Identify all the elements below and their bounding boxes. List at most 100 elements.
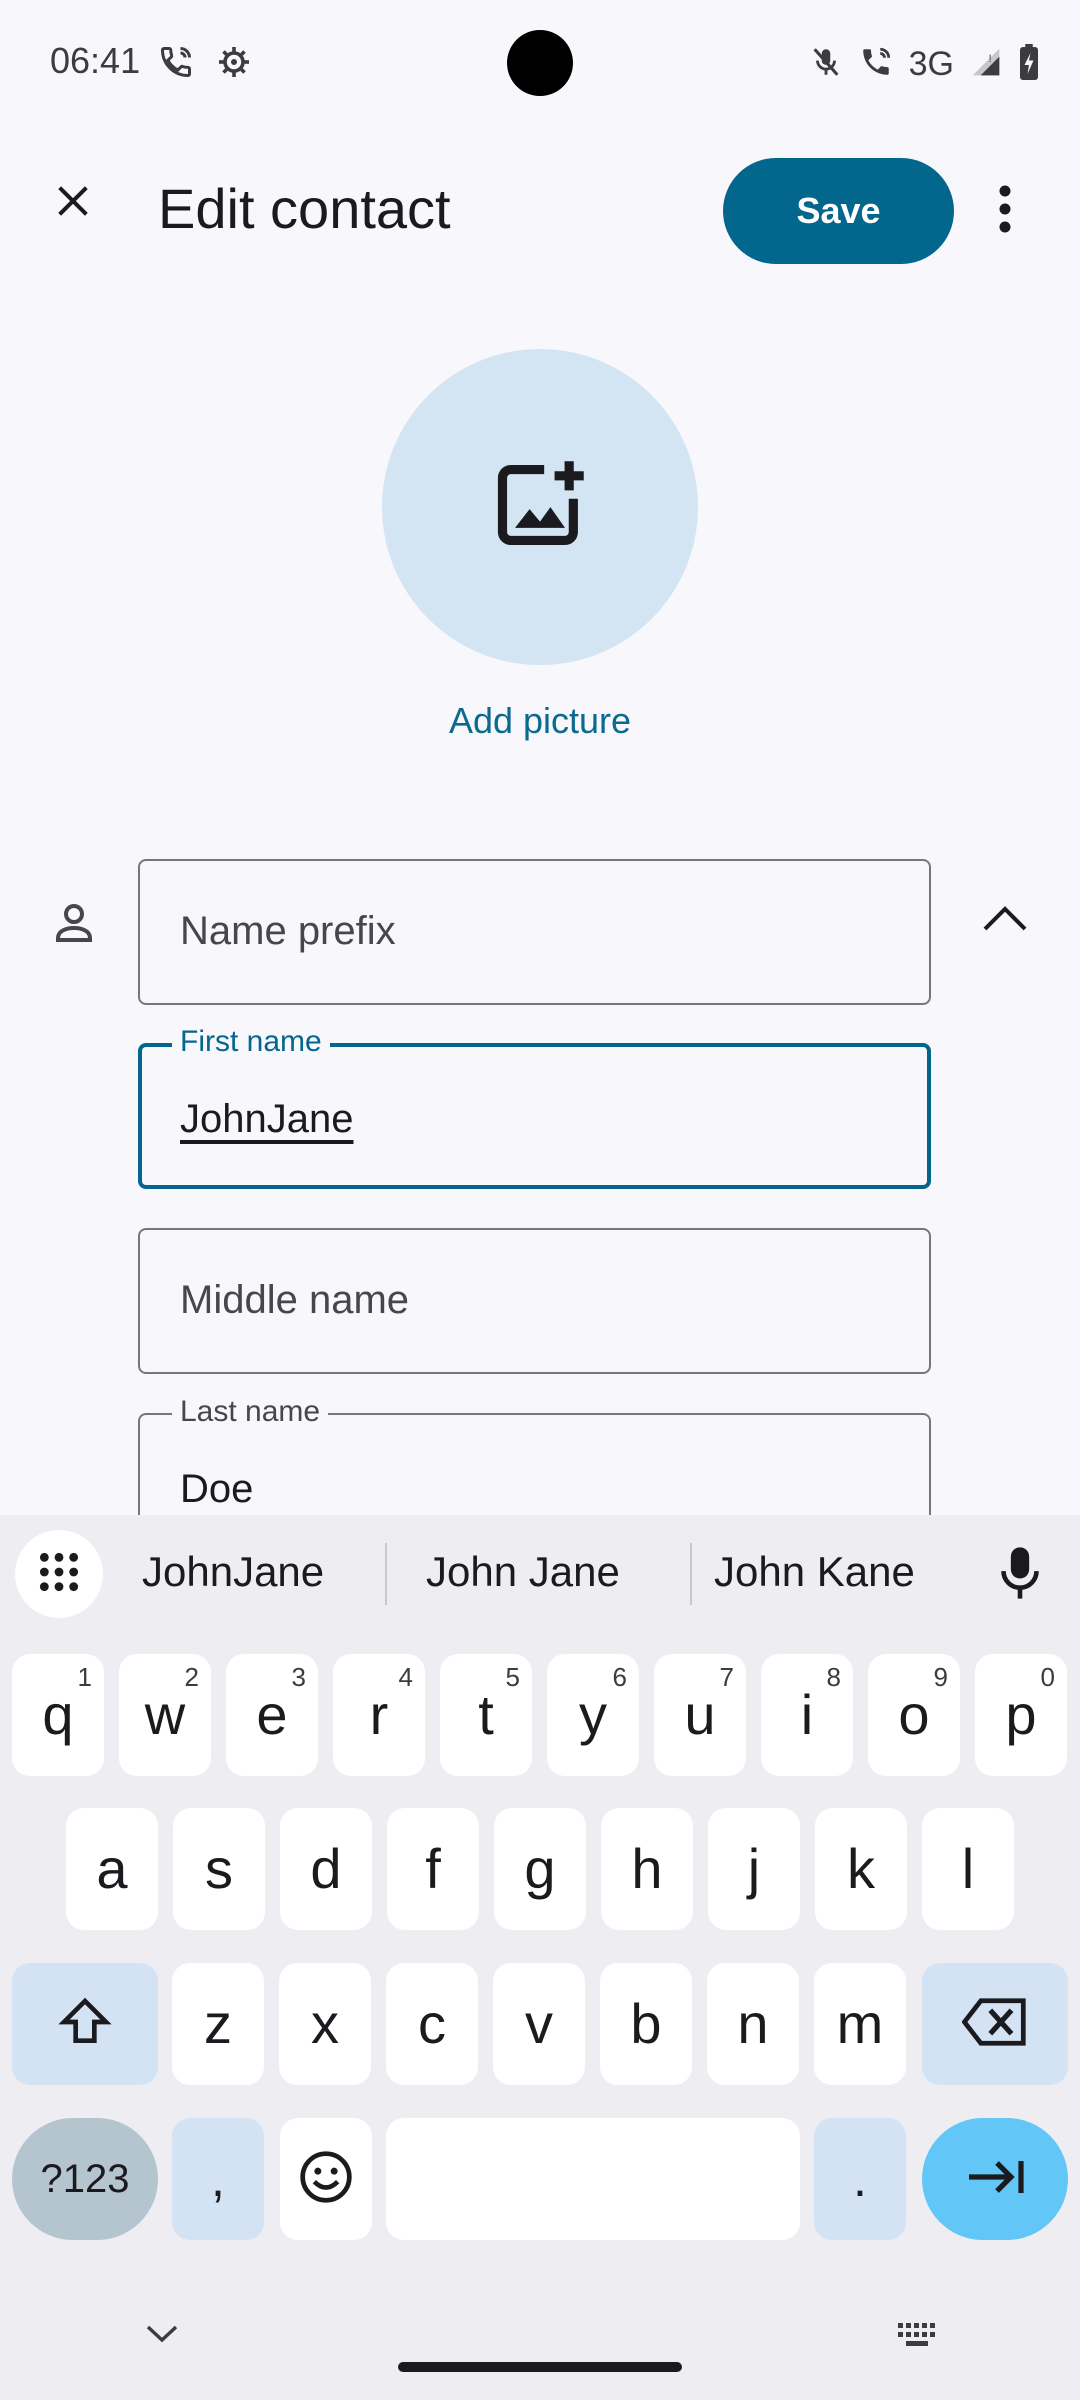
name-prefix-field[interactable]: Name prefix [138, 859, 931, 1005]
first-name-field[interactable]: First name JohnJane [138, 1025, 931, 1189]
key[interactable]: p0 [975, 1654, 1067, 1776]
person-icon [50, 898, 98, 951]
key-letter: x [311, 1992, 339, 2055]
key[interactable]: x [279, 1963, 371, 2085]
key-letter: h [631, 1837, 663, 1900]
more-options-button[interactable] [985, 175, 1025, 247]
voice-input-button[interactable] [990, 1540, 1050, 1610]
key-number-hint: 3 [291, 1662, 306, 1692]
middle-name-placeholder: Middle name [180, 1278, 410, 1322]
collapse-name-fields-button[interactable] [975, 890, 1035, 950]
add-picture-link[interactable]: Add picture [340, 700, 740, 742]
suggestion-3[interactable]: John Kane [714, 1548, 915, 1596]
close-button[interactable] [40, 170, 106, 236]
status-icons-left [158, 44, 252, 85]
suggestion-divider [690, 1543, 692, 1605]
home-gesture-bar[interactable] [398, 2362, 682, 2372]
key[interactable]: z [172, 1963, 264, 2085]
key[interactable]: c [386, 1963, 478, 2085]
network-type: 3G [908, 45, 954, 83]
period-key[interactable]: . [814, 2118, 906, 2240]
hide-keyboard-button[interactable] [140, 2318, 184, 2354]
suggestion-divider [385, 1543, 387, 1605]
key[interactable]: o9 [868, 1654, 960, 1776]
key[interactable]: b [600, 1963, 692, 2085]
middle-name-field[interactable]: Middle name [138, 1228, 931, 1374]
keyboard-apps-button[interactable] [15, 1530, 103, 1618]
key-number-hint: 6 [612, 1662, 627, 1692]
space-key[interactable] [386, 2118, 800, 2240]
key[interactable]: r4 [333, 1654, 425, 1776]
emoji-key[interactable] [280, 2118, 372, 2240]
key-letter: s [205, 1837, 233, 1900]
key-number-hint: 0 [1040, 1662, 1055, 1692]
last-name-label: Last name [172, 1395, 329, 1429]
settings-gear-icon [216, 44, 252, 85]
shift-key[interactable] [12, 1963, 158, 2085]
add-photo-icon [490, 455, 590, 560]
svg-text:!: ! [989, 53, 992, 65]
call-icon [859, 44, 893, 85]
key-letter: n [737, 1992, 769, 2055]
key-number-hint: 2 [184, 1662, 199, 1692]
key[interactable]: s [173, 1808, 265, 1930]
key-letter: l [961, 1837, 975, 1900]
suggestion-1[interactable]: JohnJane [142, 1548, 324, 1596]
key-letter: b [630, 1992, 662, 2055]
key-letter: a [96, 1837, 128, 1900]
key-letter: m [836, 1992, 884, 2055]
key-letter: g [524, 1837, 556, 1900]
key[interactable]: l [922, 1808, 1014, 1930]
key-letter: k [847, 1837, 875, 1900]
key[interactable]: m [814, 1963, 906, 2085]
key[interactable]: n [707, 1963, 799, 2085]
shift-arrow-icon [55, 1994, 115, 2055]
key[interactable]: u7 [654, 1654, 746, 1776]
next-field-key[interactable] [922, 2118, 1068, 2240]
key[interactable]: d [280, 1808, 372, 1930]
mute-icon [809, 44, 843, 85]
key-number-hint: 8 [826, 1662, 841, 1692]
key[interactable]: t5 [440, 1654, 532, 1776]
keyboard-switch-button[interactable] [894, 2320, 942, 2354]
backspace-icon [961, 1997, 1028, 2051]
comma-key[interactable]: , [172, 2118, 264, 2240]
first-name-value: JohnJane [180, 1097, 354, 1141]
key-letter: d [310, 1837, 342, 1900]
close-icon [53, 181, 93, 226]
key[interactable]: y6 [547, 1654, 639, 1776]
key[interactable]: e3 [226, 1654, 318, 1776]
key-letter: f [425, 1837, 441, 1900]
chevron-down-icon [145, 2323, 179, 2350]
key-letter: z [204, 1992, 232, 2055]
grid-dots-icon [37, 1550, 81, 1599]
key-number-hint: 4 [398, 1662, 413, 1692]
key[interactable]: f [387, 1808, 479, 1930]
key[interactable]: j [708, 1808, 800, 1930]
key-number-hint: 1 [77, 1662, 92, 1692]
suggestion-2[interactable]: John Jane [426, 1548, 620, 1596]
add-picture-avatar[interactable] [382, 349, 698, 665]
key[interactable]: a [66, 1808, 158, 1930]
key[interactable]: q1 [12, 1654, 104, 1776]
key[interactable]: v [493, 1963, 585, 2085]
key-number-hint: 9 [933, 1662, 948, 1692]
key[interactable]: i8 [761, 1654, 853, 1776]
chevron-up-icon [982, 903, 1028, 938]
symbols-key[interactable]: ?123 [12, 2118, 158, 2240]
key[interactable]: w2 [119, 1654, 211, 1776]
status-time: 06:41 [50, 40, 141, 81]
wifi-calling-icon [158, 44, 194, 85]
backspace-key[interactable] [922, 1963, 1068, 2085]
key-letter: j [747, 1837, 761, 1900]
battery-icon [1018, 44, 1040, 85]
soft-keyboard [0, 1515, 1080, 2400]
keyboard-icon [896, 2321, 940, 2354]
more-vert-icon [998, 184, 1012, 239]
microphone-icon [998, 1545, 1042, 1606]
status-icons-right: 3G ! [809, 44, 1040, 85]
key[interactable]: k [815, 1808, 907, 1930]
key[interactable]: g [494, 1808, 586, 1930]
save-button[interactable]: Save [723, 158, 954, 264]
key[interactable]: h [601, 1808, 693, 1930]
